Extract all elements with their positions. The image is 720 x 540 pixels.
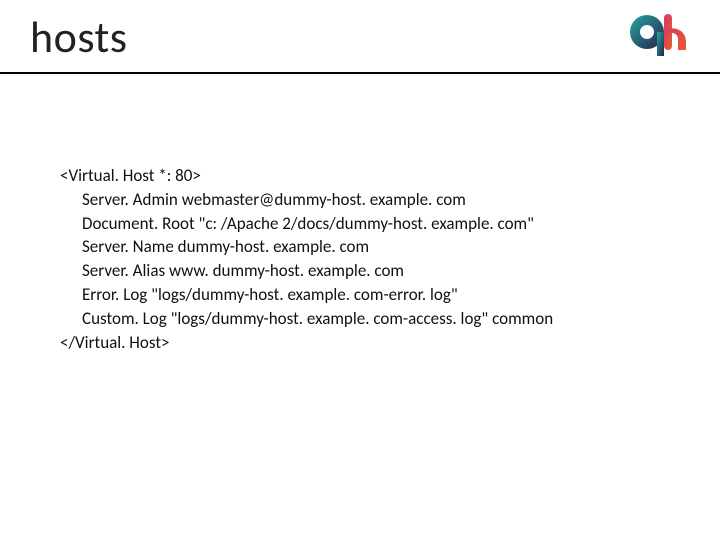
page-title: hosts <box>30 10 690 72</box>
config-block: <Virtual. Host *: 80> Server. Admin webm… <box>0 74 720 354</box>
cfg-server-admin: Server. Admin webmaster@dummy-host. exam… <box>60 188 660 212</box>
vhost-open: <Virtual. Host *: 80> <box>60 164 660 188</box>
vhost-close: </Virtual. Host> <box>60 331 660 355</box>
cfg-server-alias: Server. Alias www. dummy-host. example. … <box>60 259 660 283</box>
cfg-server-name: Server. Name dummy-host. example. com <box>60 235 660 259</box>
logo-icon <box>626 10 692 60</box>
header: hosts <box>0 0 720 72</box>
cfg-document-root: Document. Root "c: /Apache 2/docs/dummy-… <box>60 212 660 236</box>
slide: hosts <Virtual. Host *: <box>0 0 720 540</box>
cfg-custom-log: Custom. Log "logs/dummy-host. example. c… <box>60 307 660 331</box>
cfg-error-log: Error. Log "logs/dummy-host. example. co… <box>60 283 660 307</box>
